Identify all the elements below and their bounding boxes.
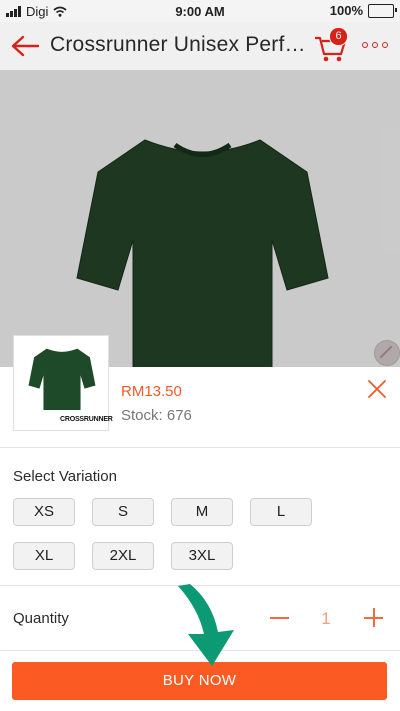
product-thumbnail: CROSSRUNNER <box>13 335 113 431</box>
no-entry-icon <box>374 340 400 366</box>
buy-now-button[interactable]: BUY NOW <box>12 662 387 700</box>
top-nav-bar: Crossrunner Unisex Perf… 6 <box>0 22 400 70</box>
more-dots-icon[interactable] <box>362 42 388 48</box>
close-icon[interactable] <box>366 378 388 400</box>
thumbnail-tshirt-image <box>28 348 96 410</box>
variation-option-s[interactable]: S <box>92 498 154 526</box>
quantity-value[interactable]: 1 <box>316 609 336 629</box>
back-arrow-icon[interactable] <box>10 34 40 58</box>
battery-icon <box>368 3 397 18</box>
product-tshirt-image <box>76 139 329 370</box>
variation-option-l[interactable]: L <box>250 498 312 526</box>
variation-option-xl[interactable]: XL <box>13 542 75 570</box>
page-title: Crossrunner Unisex Perf… <box>50 33 306 56</box>
thumbnail-brand-logo: CROSSRUNNER <box>60 416 113 423</box>
select-variation-label: Select Variation <box>13 468 117 485</box>
cart-count-badge: 6 <box>329 27 348 46</box>
product-price: RM13.50 <box>121 383 182 400</box>
divider <box>0 585 400 586</box>
product-stock: Stock: 676 <box>121 407 192 424</box>
variation-option-m[interactable]: M <box>171 498 233 526</box>
status-bar: Digi 9:00 AM 100% <box>0 0 400 22</box>
quantity-plus-button[interactable] <box>364 607 384 629</box>
variation-option-xs[interactable]: XS <box>13 498 75 526</box>
variation-option-3xl[interactable]: 3XL <box>171 542 233 570</box>
product-image-area <box>0 70 400 370</box>
battery-percent: 100% <box>329 3 363 18</box>
divider <box>0 447 400 448</box>
variation-option-2xl[interactable]: 2XL <box>92 542 154 570</box>
divider <box>0 650 400 651</box>
quantity-minus-button[interactable] <box>270 606 290 630</box>
status-right: 100% <box>329 3 397 18</box>
quantity-label: Quantity <box>13 610 69 627</box>
